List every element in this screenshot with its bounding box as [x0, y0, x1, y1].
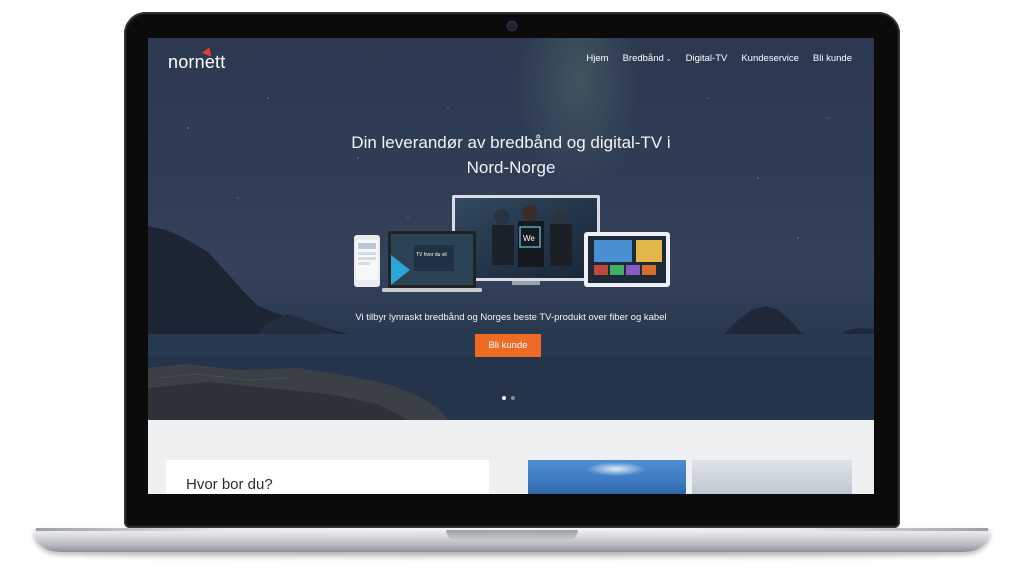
cloudy-image-thumbnail[interactable] — [692, 460, 852, 494]
devices-illustration: We TV hvor du vil — [354, 195, 670, 292]
nav-item-kundeservice[interactable]: Kundeservice — [741, 53, 799, 64]
tv-badge-text: We — [523, 234, 535, 243]
chevron-down-icon: ⌄ — [665, 56, 672, 63]
location-card: Hvor bor du? — [166, 460, 489, 494]
cloud-highlight — [586, 462, 646, 476]
laptop-shadow — [80, 552, 944, 558]
hero-subline: Vi tilbyr lynraskt bredbånd og Norges be… — [355, 312, 667, 323]
bli-kunde-button[interactable]: Bli kunde — [475, 334, 541, 357]
hero-section: nornett Hjem Bredbånd ⌄ Digital-TV Kundes… — [148, 38, 874, 420]
location-card-title: Hvor bor du? — [186, 476, 273, 493]
main-navigation: Hjem Bredbånd ⌄ Digital-TV Kundeservice B… — [586, 53, 852, 64]
nav-item-hjem[interactable]: Hjem — [586, 53, 608, 64]
carousel-dot-1[interactable] — [502, 396, 506, 400]
small-laptop-device: TV hvor du vil — [382, 231, 482, 292]
nav-item-bredband[interactable]: Bredbånd ⌄ — [623, 53, 672, 64]
camera-icon — [508, 22, 516, 30]
nav-item-digital-tv[interactable]: Digital-TV — [686, 53, 728, 64]
carousel-indicators — [502, 396, 515, 400]
hero-headline: Din leverandør av bredbånd og digital-TV… — [148, 130, 874, 180]
hero-headline-line-2: Nord-Norge — [466, 158, 556, 177]
device-screen-text: TV hvor du vil — [416, 252, 447, 258]
nav-item-bli-kunde[interactable]: Bli kunde — [813, 53, 852, 64]
laptop-opening-notch — [446, 530, 578, 540]
phone-device — [354, 235, 380, 287]
carousel-dot-2[interactable] — [511, 396, 515, 400]
tablet-device — [584, 232, 670, 287]
hero-headline-line-1: Din leverandør av bredbånd og digital-TV… — [351, 133, 671, 152]
nav-item-bredband-label: Bredbånd — [622, 53, 664, 64]
browser-viewport: nornett Hjem Bredbånd ⌄ Digital-TV Kundes… — [148, 38, 874, 494]
brand-logo[interactable]: nornett — [168, 52, 225, 73]
